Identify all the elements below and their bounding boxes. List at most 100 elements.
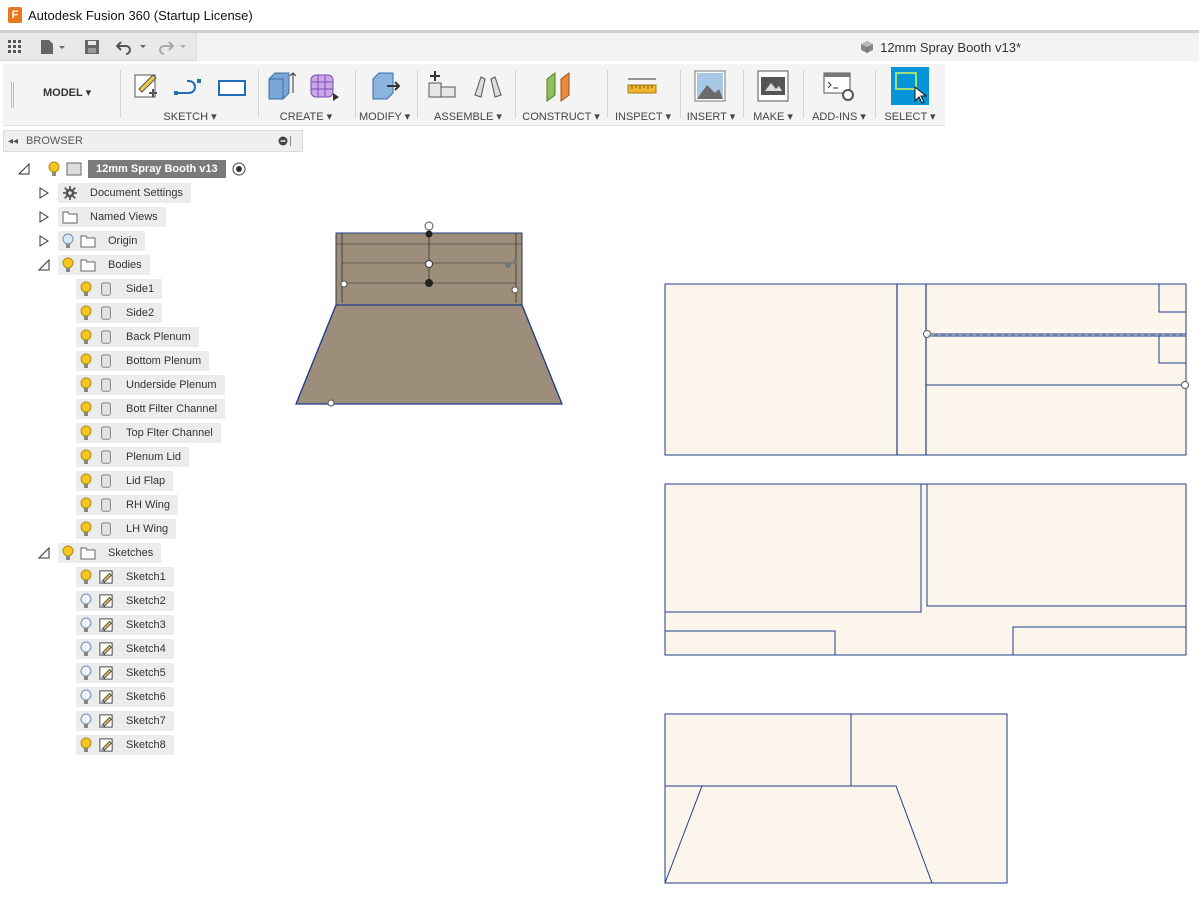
render-icon[interactable] [756,69,790,103]
new-component-icon[interactable] [425,69,459,103]
extrude-icon[interactable] [265,69,299,103]
insert-canvas-icon[interactable] [693,69,727,103]
expanded-arrow-icon[interactable] [38,259,50,271]
tree-item-body[interactable]: Back Plenum [76,327,199,347]
data-panel-grid-icon[interactable] [8,37,22,57]
tree-item-sketch[interactable]: Sketch8 [76,735,174,755]
tree-item-origin[interactable]: Origin [38,231,146,251]
make-menu-label[interactable]: MAKE ▾ [747,110,799,123]
lightbulb-on-icon[interactable] [80,569,92,585]
collapse-browser-icon[interactable]: ◂◂ [8,136,18,147]
tree-item-body[interactable]: Underside Plenum [76,375,225,395]
sketch-label: Sketch6 [126,691,166,703]
lightbulb-off-icon[interactable] [80,689,92,705]
folder-icon [80,235,96,248]
expanded-arrow-icon[interactable] [18,163,30,175]
rectangle-tool-icon[interactable] [215,69,249,103]
tree-item-body[interactable]: Bottom Plenum [76,351,210,371]
sketch-menu-label[interactable]: SKETCH ▾ [125,110,255,123]
scripts-addins-icon[interactable] [822,69,856,103]
lightbulb-on-icon[interactable] [80,521,92,537]
lightbulb-on-icon[interactable] [80,449,92,465]
tree-item-body[interactable]: Side1 [76,279,163,299]
sketch-profile-middle[interactable] [664,483,1187,656]
lightbulb-off-icon[interactable] [80,593,92,609]
line-tool-icon[interactable] [173,69,207,103]
spray-booth-body[interactable] [295,221,563,407]
lightbulb-on-icon[interactable] [80,353,92,369]
tree-item-body[interactable]: Bott Filter Channel [76,399,226,419]
tree-item-body[interactable]: Side2 [76,303,163,323]
tree-item-named-views[interactable]: Named Views [38,207,166,227]
tree-item-bodies[interactable]: Bodies [38,255,150,275]
lightbulb-on-icon[interactable] [80,401,92,417]
collapsed-arrow-icon[interactable] [38,211,50,223]
workspace-switcher[interactable]: MODEL ▾ [43,86,91,99]
form-box-icon[interactable] [307,69,341,103]
insert-menu-label[interactable]: INSERT ▾ [683,110,739,123]
create-sketch-icon[interactable] [131,69,165,103]
undo-icon[interactable] [116,37,150,57]
activate-radio-icon[interactable] [232,162,246,176]
window-title: Autodesk Fusion 360 (Startup License) [28,7,253,23]
select-group: SELECT ▾ [879,64,941,126]
lightbulb-on-icon[interactable] [48,161,60,177]
select-menu-label[interactable]: SELECT ▾ [879,110,941,123]
create-menu-label[interactable]: CREATE ▾ [263,110,349,123]
toolbar-divider [417,70,418,118]
measure-icon[interactable] [625,69,659,103]
lightbulb-on-icon[interactable] [80,377,92,393]
browser-root[interactable]: 12mm Spray Booth v13 [18,159,246,179]
tree-item-body[interactable]: Plenum Lid [76,447,190,467]
tree-item-sketch[interactable]: Sketch1 [76,567,174,587]
collapsed-arrow-icon[interactable] [38,187,50,199]
tree-item-sketches[interactable]: Sketches [38,543,162,563]
lightbulb-off-icon[interactable] [80,617,92,633]
offset-plane-icon[interactable] [543,69,577,103]
tree-item-body[interactable]: RH Wing [76,495,179,515]
lightbulb-on-icon[interactable] [80,497,92,513]
lightbulb-off-icon[interactable] [80,641,92,657]
redo-icon[interactable] [158,37,192,57]
lightbulb-on-icon[interactable] [80,281,92,297]
lightbulb-on-icon[interactable] [62,257,74,273]
tree-item-document-settings[interactable]: Document Settings [38,183,191,203]
lightbulb-on-icon[interactable] [62,545,74,561]
press-pull-icon[interactable] [367,69,401,103]
tree-item-sketch[interactable]: Sketch6 [76,687,174,707]
body-label: Lid Flap [126,475,166,487]
tree-item-sketch[interactable]: Sketch7 [76,711,174,731]
construct-menu-label[interactable]: CONSTRUCT ▾ [519,110,603,123]
tree-item-body[interactable]: Top Flter Channel [76,423,221,443]
sketch-profile-top[interactable] [664,283,1189,456]
lightbulb-on-icon[interactable] [80,329,92,345]
tree-item-sketch[interactable]: Sketch4 [76,639,174,659]
collapsed-arrow-icon[interactable] [38,235,50,247]
lightbulb-off-icon[interactable] [80,713,92,729]
tree-item-body[interactable]: LH Wing [76,519,177,539]
sketch-profile-bottom[interactable] [664,713,1008,884]
inspect-menu-label[interactable]: INSPECT ▾ [609,110,677,123]
tree-item-body[interactable]: Lid Flap [76,471,174,491]
select-tool-button[interactable] [891,67,929,105]
toolbar-grip[interactable] [11,82,14,108]
document-tab[interactable]: 12mm Spray Booth v13* [196,33,1199,61]
lightbulb-off-icon[interactable] [62,233,74,249]
tree-item-sketch[interactable]: Sketch5 [76,663,174,683]
lightbulb-on-icon[interactable] [80,737,92,753]
expanded-arrow-icon[interactable] [38,547,50,559]
browser-options-icon[interactable] [278,135,294,150]
modify-menu-label[interactable]: MODIFY ▾ [359,110,410,123]
lightbulb-off-icon[interactable] [80,665,92,681]
assemble-menu-label[interactable]: ASSEMBLE ▾ [423,110,513,123]
lightbulb-on-icon[interactable] [80,425,92,441]
file-menu-icon[interactable] [40,37,68,57]
lightbulb-on-icon[interactable] [80,305,92,321]
addins-menu-label[interactable]: ADD-INS ▾ [807,110,871,123]
joint-icon[interactable] [471,69,505,103]
tree-item-sketch[interactable]: Sketch3 [76,615,174,635]
save-icon[interactable] [84,37,100,57]
tree-item-sketch[interactable]: Sketch2 [76,591,174,611]
lightbulb-on-icon[interactable] [80,473,92,489]
body-label: Side2 [126,307,155,319]
